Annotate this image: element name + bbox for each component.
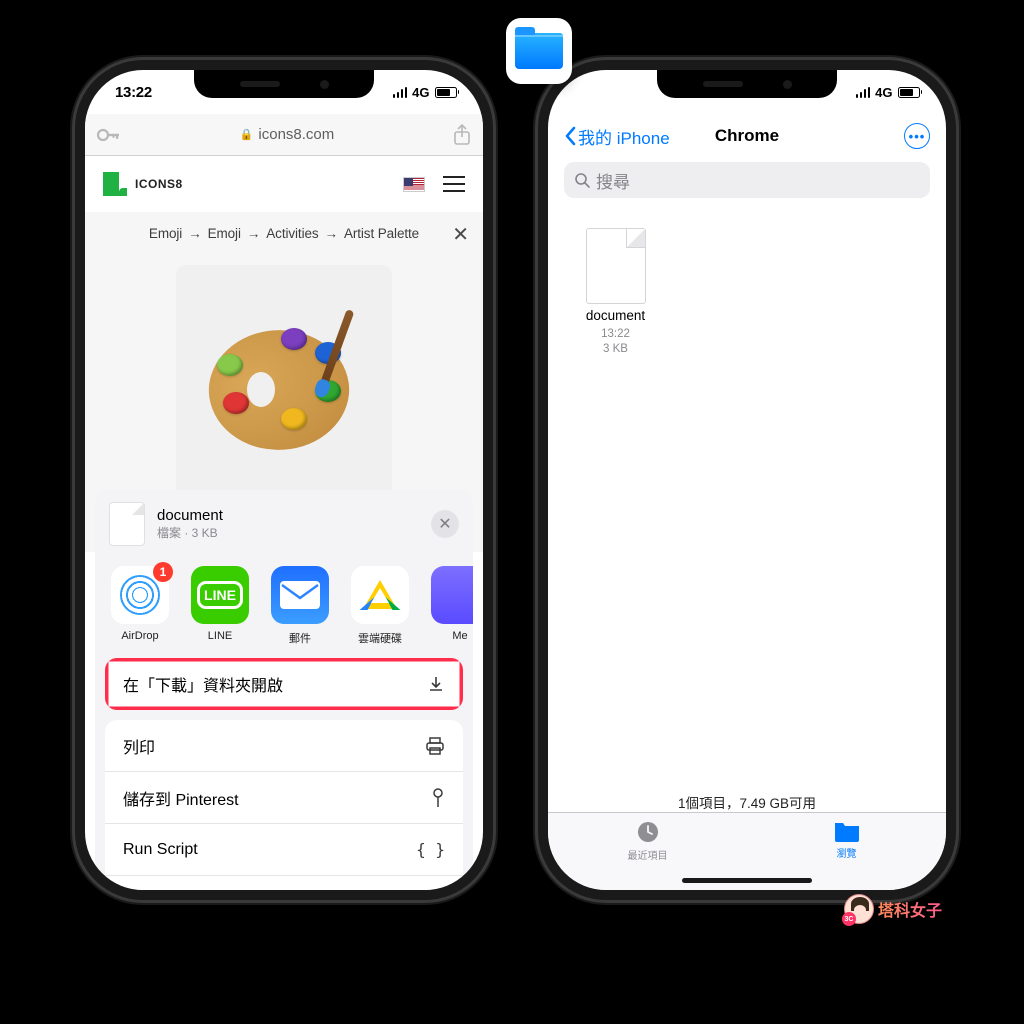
app-label: 雲端硬碟 <box>358 630 402 646</box>
search-field[interactable]: 搜尋 <box>564 162 930 198</box>
action-label: 儲存到 Pinterest <box>123 786 239 810</box>
action-open-in-downloads[interactable]: 在「下載」資料夾開啟 <box>105 658 463 710</box>
tab-label: 最近項目 <box>628 847 668 862</box>
download-icon <box>427 675 445 693</box>
nav-title: Chrome <box>715 126 779 146</box>
share-app-drive[interactable]: 雲端硬碟 <box>349 566 411 646</box>
action-save-draft[interactable]: Save as Draft W <box>105 876 463 890</box>
breadcrumb-item[interactable]: Emoji <box>149 226 182 241</box>
close-icon[interactable]: ✕ <box>452 222 469 247</box>
more-options-button[interactable]: ••• <box>904 123 930 149</box>
share-sheet: document 檔案 · 3 KB ✕ 1 AirDrop LINE LINE… <box>95 490 473 890</box>
file-item[interactable]: document 13:223 KB <box>568 228 663 357</box>
signal-icon <box>393 87 408 98</box>
file-meta: 13:223 KB <box>601 327 630 357</box>
icons8-logo[interactable]: ICONS8 <box>103 172 183 196</box>
breadcrumb[interactable]: Emoji→ Emoji→ Activities→ Artist Palette <box>99 226 469 241</box>
action-label: 在「下載」資料夾開啟 <box>123 672 283 696</box>
icons8-mark-icon <box>103 172 127 196</box>
line-icon: LINE <box>197 581 243 609</box>
action-save-pinterest[interactable]: 儲存到 Pinterest <box>105 772 463 824</box>
network-label: 4G <box>875 85 892 100</box>
close-share-button[interactable]: ✕ <box>431 510 459 538</box>
breadcrumb-item[interactable]: Artist Palette <box>344 226 419 241</box>
home-indicator[interactable] <box>682 878 812 883</box>
share-icon[interactable] <box>453 124 471 146</box>
file-thumb-icon <box>586 228 646 304</box>
breadcrumb-item[interactable]: Activities <box>266 226 318 241</box>
notch <box>194 70 374 98</box>
back-label: 我的 iPhone <box>578 124 670 149</box>
search-icon <box>574 172 590 188</box>
file-name: document <box>586 308 645 323</box>
share-doc-meta: 檔案 · 3 KB <box>157 524 419 541</box>
action-label: Run Script <box>123 841 198 859</box>
safari-toolbar: 🔒 icons8.com <box>85 114 483 156</box>
search-placeholder: 搜尋 <box>596 168 630 193</box>
url-bar[interactable]: 🔒 icons8.com <box>131 126 443 143</box>
battery-icon <box>898 87 923 98</box>
folder-icon <box>515 33 563 69</box>
battery-icon <box>435 87 460 98</box>
share-app-row[interactable]: 1 AirDrop LINE LINE 郵件 雲端硬碟 Me <box>95 558 473 658</box>
watermark-badge: 3C <box>842 912 856 926</box>
status-time: 13:22 <box>115 84 152 101</box>
icons8-brand: ICONS8 <box>135 177 183 191</box>
share-header: document 檔案 · 3 KB ✕ <box>95 490 473 558</box>
watermark: 3C 塔科女子 <box>844 894 942 924</box>
keychain-icon[interactable] <box>97 127 121 143</box>
files-grid[interactable]: document 13:223 KB <box>548 208 946 377</box>
chevron-left-icon <box>564 126 576 146</box>
app-label: LINE <box>208 630 232 642</box>
app-label: 郵件 <box>289 630 311 646</box>
badge: 1 <box>153 562 173 582</box>
icon-preview <box>176 265 392 505</box>
status-indicators: 4G <box>393 85 459 100</box>
notch <box>657 70 837 98</box>
document-icon <box>109 502 145 546</box>
folder-icon <box>833 819 861 843</box>
share-actions-group-1: 在「下載」資料夾開啟 <box>105 658 463 710</box>
network-label: 4G <box>412 85 429 100</box>
share-doc-name: document <box>157 507 419 524</box>
back-button[interactable]: 我的 iPhone <box>564 124 670 149</box>
share-app-mail[interactable]: 郵件 <box>269 566 331 646</box>
phone-left: 13:22 4G 🔒 icons8.com ICONS8 ✕ <box>85 70 483 890</box>
pin-icon <box>431 788 445 808</box>
artist-palette-icon <box>209 320 359 450</box>
flag-us-icon[interactable] <box>403 177 425 192</box>
action-label: 列印 <box>123 734 155 758</box>
airdrop-icon <box>120 575 160 615</box>
clock-icon <box>635 819 661 845</box>
google-drive-icon <box>363 580 397 610</box>
status-indicators: 4G <box>856 85 922 100</box>
signal-icon <box>856 87 871 98</box>
watermark-text: 塔科女子 <box>878 897 942 921</box>
tab-label: 瀏覽 <box>837 845 857 860</box>
icons8-header: ICONS8 <box>85 156 483 212</box>
hamburger-menu-icon[interactable] <box>443 176 465 192</box>
share-app-airdrop[interactable]: 1 AirDrop <box>109 566 171 646</box>
share-app-next[interactable]: Me <box>429 566 473 646</box>
app-label: Me <box>452 630 467 642</box>
storage-status: 1個項目，7.49 GB可用 <box>548 792 946 812</box>
phone-right: . 4G 我的 iPhone Chrome ••• 搜尋 document 13… <box>548 70 946 890</box>
mail-icon <box>280 581 320 609</box>
action-print[interactable]: 列印 <box>105 720 463 772</box>
action-run-script[interactable]: Run Script { } <box>105 824 463 876</box>
files-nav-bar: 我的 iPhone Chrome ••• <box>548 114 946 158</box>
app-label: AirDrop <box>121 630 158 642</box>
url-text: icons8.com <box>258 126 334 143</box>
share-app-line[interactable]: LINE LINE <box>189 566 251 646</box>
share-actions-group-2: 列印 儲存到 Pinterest Run Script { } Save as … <box>105 720 463 890</box>
braces-icon: { } <box>416 840 445 859</box>
ellipsis-icon: ••• <box>909 129 926 144</box>
files-app-icon <box>506 18 572 84</box>
printer-icon <box>425 737 445 755</box>
lock-icon: 🔒 <box>240 128 254 141</box>
breadcrumb-item[interactable]: Emoji <box>208 226 241 241</box>
